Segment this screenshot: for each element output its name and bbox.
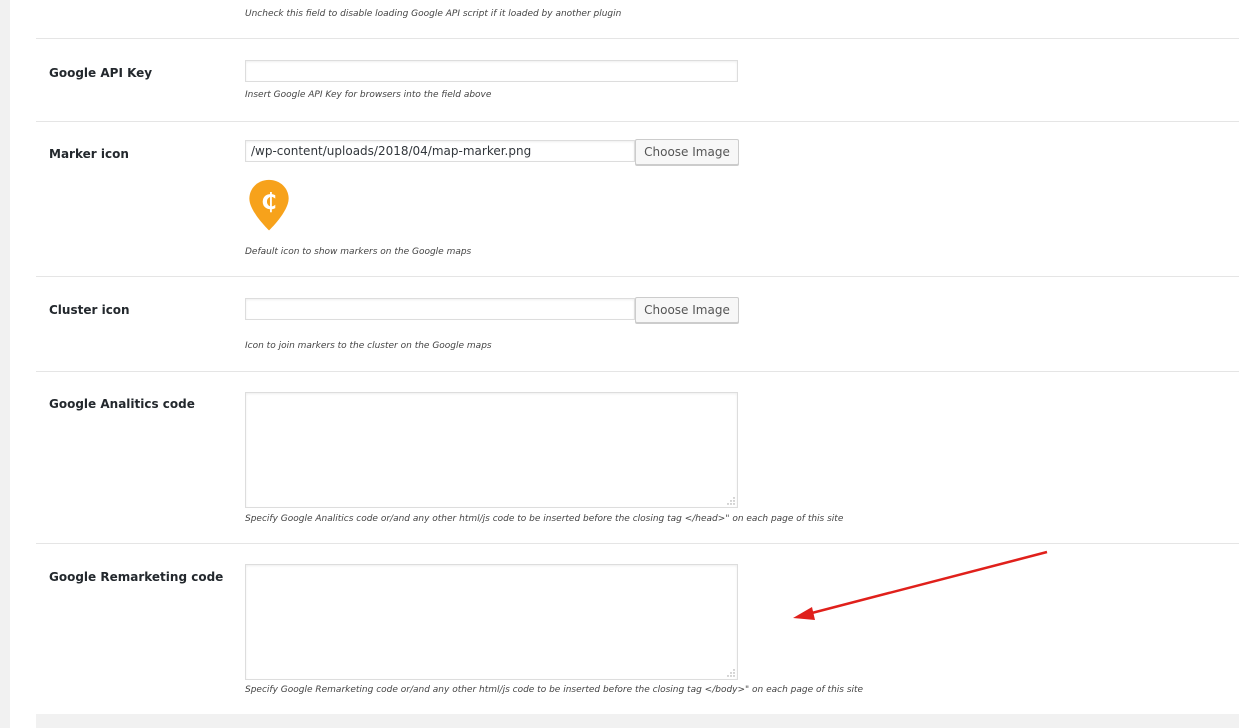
cluster-icon-help: Icon to join markers to the cluster on t… (245, 341, 492, 351)
marker-icon-choose-image-button[interactable]: Choose Image (635, 139, 739, 165)
google-api-key-help: Insert Google API Key for browsers into … (245, 90, 492, 100)
cluster-icon-choose-image-button[interactable]: Choose Image (635, 297, 739, 323)
cluster-icon-label: Cluster icon (49, 303, 130, 317)
google-api-key-input[interactable] (245, 60, 738, 82)
settings-row-analytics-code: Google Analitics code Specify Google Ana… (36, 372, 1239, 544)
google-api-key-label: Google API Key (49, 66, 153, 80)
map-marker-preview-icon: ₵ (249, 179, 289, 231)
settings-row-google-api-key: Google API Key Insert Google API Key for… (36, 39, 1239, 122)
marker-icon-help: Default icon to show markers on the Goog… (245, 247, 472, 257)
remarketing-code-help: Specify Google Remarketing code or/and a… (245, 685, 864, 695)
settings-row-remarketing-code: Google Remarketing code Specify Google R… (36, 544, 1239, 714)
settings-row-google-api-script: Uncheck this field to disable loading Go… (36, 0, 1239, 39)
settings-row-marker-icon: Marker icon Choose Image Default icon to… (36, 122, 1239, 277)
analytics-code-help: Specify Google Analitics code or/and any… (245, 514, 844, 524)
resize-grip-icon[interactable] (727, 497, 735, 505)
google-api-script-help: Uncheck this field to disable loading Go… (245, 9, 622, 19)
admin-menu-edge (0, 0, 10, 728)
analytics-code-label: Google Analitics code (49, 397, 195, 411)
remarketing-code-textarea[interactable] (245, 564, 738, 680)
svg-text:₵: ₵ (261, 189, 277, 215)
settings-table-footer (36, 714, 1239, 728)
cluster-icon-url-input[interactable] (245, 298, 635, 320)
settings-row-cluster-icon: Cluster icon Choose Image Icon to join m… (36, 277, 1239, 372)
resize-grip-icon[interactable] (727, 669, 735, 677)
marker-icon-url-input[interactable] (245, 140, 635, 162)
remarketing-code-label: Google Remarketing code (49, 570, 224, 584)
analytics-code-textarea[interactable] (245, 392, 738, 508)
marker-icon-label: Marker icon (49, 147, 129, 161)
